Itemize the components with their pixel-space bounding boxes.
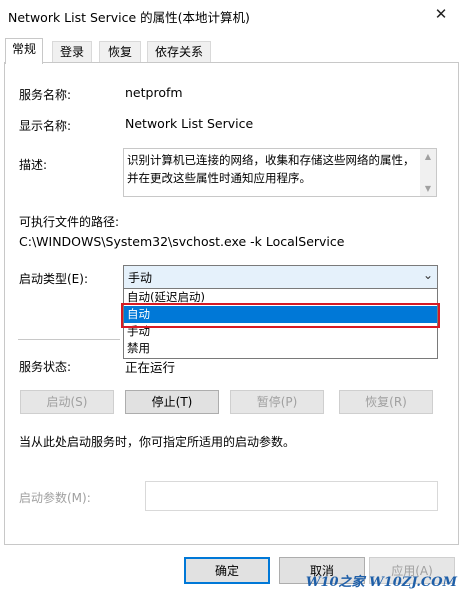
chevron-down-icon[interactable]: ⌄ [423,268,433,282]
description-label: 描述: [19,158,48,172]
resume-button[interactable]: 恢复(R) [339,390,433,414]
option-disabled[interactable]: 禁用 [124,340,437,357]
service-name-value: netprofm [125,85,183,100]
display-name-value: Network List Service [125,116,254,131]
display-name-label: 显示名称: [19,119,72,133]
watermark: W10之家 W10ZJ.COM [305,575,457,590]
pause-button[interactable]: 暂停(P) [230,390,324,414]
annotation-highlight-box [121,303,440,328]
scroll-up-icon[interactable]: ▲ [420,152,436,161]
start-params-input[interactable] [145,481,438,511]
start-params-hint: 当从此处启动服务时，你可指定所适用的启动参数。 [19,435,296,449]
tab-logon[interactable]: 登录 [52,41,92,63]
service-name-label: 服务名称: [19,88,72,102]
title-bar: Network List Service 的属性(本地计算机) ✕ [0,0,463,30]
path-label: 可执行文件的路径: [19,215,120,229]
tab-recovery[interactable]: 恢复 [99,41,141,63]
startup-type-select[interactable]: 手动 ⌄ [123,265,438,289]
service-status-label: 服务状态: [19,360,72,374]
tab-general[interactable]: 常规 [5,38,43,64]
tab-dependencies[interactable]: 依存关系 [147,41,211,63]
path-value: C:\WINDOWS\System32\svchost.exe -k Local… [19,234,345,249]
startup-type-value: 手动 [128,271,153,285]
close-icon[interactable]: ✕ [419,0,463,30]
description-scrollbar[interactable]: ▲ ▼ [420,149,436,196]
scroll-down-icon[interactable]: ▼ [420,184,436,193]
service-status-value: 正在运行 [125,360,176,375]
description-text: 识别计算机已连接的网络，收集和存储这些网络的属性，并在更改这些属性时通知应用程序… [127,153,415,185]
start-params-label: 启动参数(M): [19,491,91,505]
ok-button[interactable]: 确定 [184,557,270,584]
stop-button[interactable]: 停止(T) [125,390,219,414]
start-button[interactable]: 启动(S) [20,390,114,414]
description-box[interactable]: 识别计算机已连接的网络，收集和存储这些网络的属性，并在更改这些属性时通知应用程序… [123,148,437,197]
divider [18,339,120,340]
startup-type-label: 启动类型(E): [19,272,88,286]
window-title: Network List Service 的属性(本地计算机) [8,10,250,25]
